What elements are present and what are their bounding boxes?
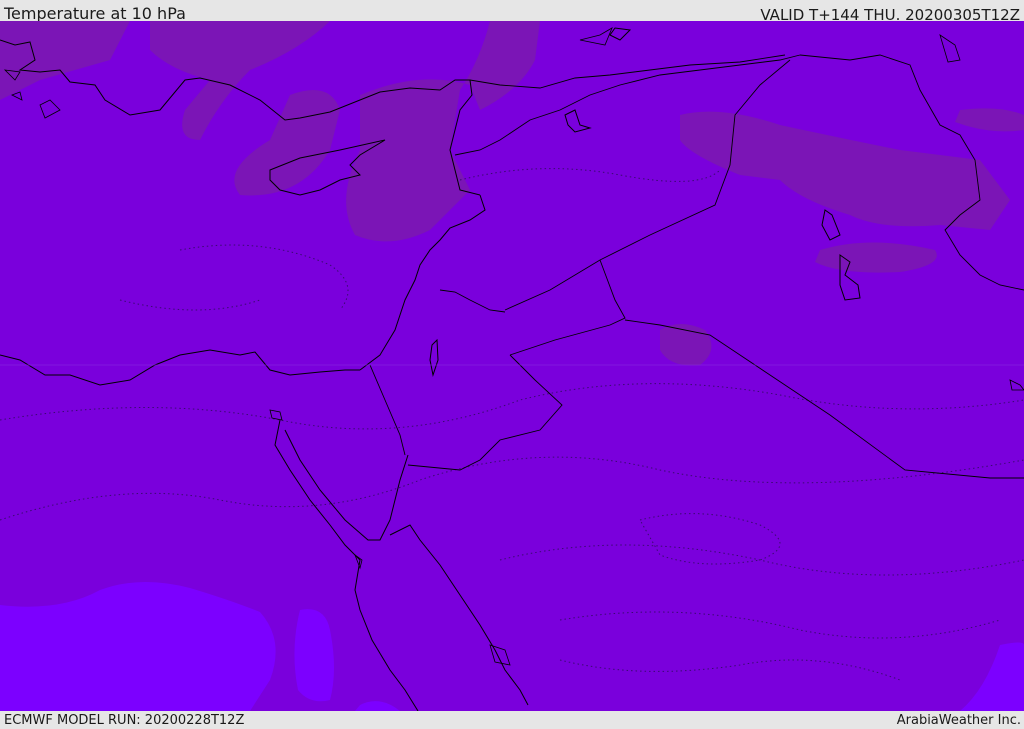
- model-run-label: ECMWF MODEL RUN: 20200228T12Z: [4, 713, 245, 728]
- weather-map[interactable]: [0, 21, 1024, 711]
- map-canvas: [0, 21, 1024, 711]
- warm-region-gulf: [815, 242, 937, 273]
- credit-label: ArabiaWeather Inc.: [896, 713, 1021, 728]
